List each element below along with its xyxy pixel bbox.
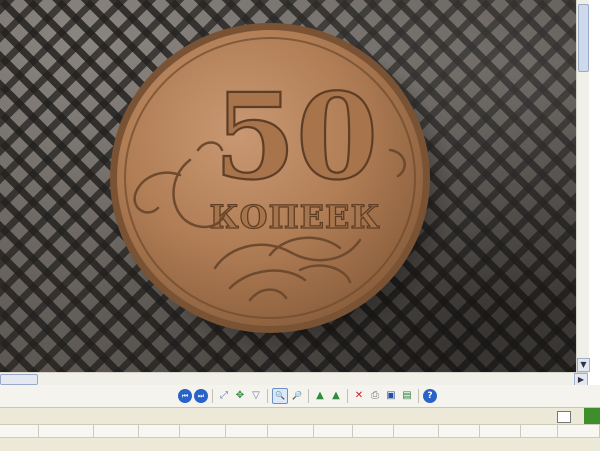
toolbar-separator <box>212 389 213 403</box>
horizontal-scroll-thumb[interactable] <box>0 374 38 385</box>
image-canvas[interactable]: 50 КОПЕЕК <box>0 0 576 372</box>
open-in-editor-icon: ▤ <box>402 390 412 401</box>
actual-size-icon: ✥ <box>235 390 245 401</box>
coin-word: КОПЕЕК <box>209 198 380 236</box>
column-header[interactable] <box>521 425 558 437</box>
column-header[interactable] <box>353 425 394 437</box>
coin-photo: 50 КОПЕЕК <box>110 23 455 357</box>
save-button[interactable]: ▣ <box>384 389 398 403</box>
zoom-in-button[interactable]: 🔍 <box>272 388 288 404</box>
scroll-down-arrow-icon[interactable]: ▼ <box>577 358 590 372</box>
rotate-counterclockwise-button[interactable]: ▲ <box>329 389 343 403</box>
previous-image-icon: ⏮ <box>181 392 189 400</box>
fit-to-window-button[interactable]: ⤢ <box>217 389 231 403</box>
zoom-out-button[interactable]: 🔎 <box>290 389 304 403</box>
column-header[interactable] <box>558 425 600 437</box>
help-icon: ? <box>427 391 433 401</box>
previous-image-button[interactable]: ⏮ <box>178 389 192 403</box>
toolbar-separator <box>267 389 268 403</box>
slideshow-icon: ▽ <box>252 390 260 401</box>
column-header[interactable] <box>480 425 521 437</box>
toolbar-separator <box>418 389 419 403</box>
next-image-icon: ⏭ <box>197 392 205 400</box>
viewer-toolbar: ⏮ ⏭ ⤢ ✥ ▽ 🔍 🔎 ▲ ▲ ✕ ⎙ ▣ ▤ ? <box>0 385 600 407</box>
toolbar-separator <box>347 389 348 403</box>
lower-window-strip <box>0 407 600 451</box>
column-header[interactable] <box>139 425 180 437</box>
column-header[interactable] <box>39 425 94 437</box>
column-header[interactable] <box>180 425 226 437</box>
column-header[interactable] <box>314 425 353 437</box>
column-header[interactable] <box>268 425 315 437</box>
help-button[interactable]: ? <box>423 389 437 403</box>
toolbar-buttons: ⏮ ⏭ ⤢ ✥ ▽ 🔍 🔎 ▲ ▲ ✕ ⎙ ▣ ▤ ? <box>178 388 437 404</box>
actual-size-button[interactable]: ✥ <box>233 389 247 403</box>
slideshow-button[interactable]: ▽ <box>249 389 263 403</box>
vertical-scrollbar[interactable]: ▼ <box>576 0 590 372</box>
print-icon: ⎙ <box>371 390 379 401</box>
fit-to-window-icon: ⤢ <box>220 390 228 401</box>
column-header[interactable] <box>394 425 440 437</box>
rotate-clockwise-icon: ▲ <box>316 390 324 401</box>
open-in-editor-button[interactable]: ▤ <box>400 389 414 403</box>
delete-icon: ✕ <box>354 390 364 401</box>
green-corner-indicator <box>584 408 600 424</box>
print-button[interactable]: ⎙ <box>368 389 382 403</box>
column-header[interactable] <box>0 425 39 437</box>
column-header[interactable] <box>439 425 480 437</box>
toolbar-separator <box>308 389 309 403</box>
column-headers <box>0 424 600 438</box>
delete-button[interactable]: ✕ <box>352 389 366 403</box>
coin-denomination: 50 <box>214 67 378 206</box>
zoom-in-icon: 🔍 <box>275 391 285 400</box>
column-header[interactable] <box>226 425 269 437</box>
horizontal-scrollbar[interactable]: ▶ <box>0 372 588 386</box>
next-image-button[interactable]: ⏭ <box>194 389 208 403</box>
save-icon: ▣ <box>386 390 396 401</box>
rotate-clockwise-button[interactable]: ▲ <box>313 389 327 403</box>
rotate-counterclockwise-icon: ▲ <box>332 390 340 401</box>
zoom-out-icon: 🔎 <box>292 391 302 400</box>
column-header[interactable] <box>94 425 140 437</box>
image-viewer-window: 50 КОПЕЕК ▼ ▶ ⏮ ⏭ ⤢ ✥ ▽ 🔍 🔎 ▲ ▲ ✕ ⎙ ▣ ▤ … <box>0 0 600 451</box>
vertical-scroll-thumb[interactable] <box>578 4 589 72</box>
window-control-box[interactable] <box>557 411 571 423</box>
